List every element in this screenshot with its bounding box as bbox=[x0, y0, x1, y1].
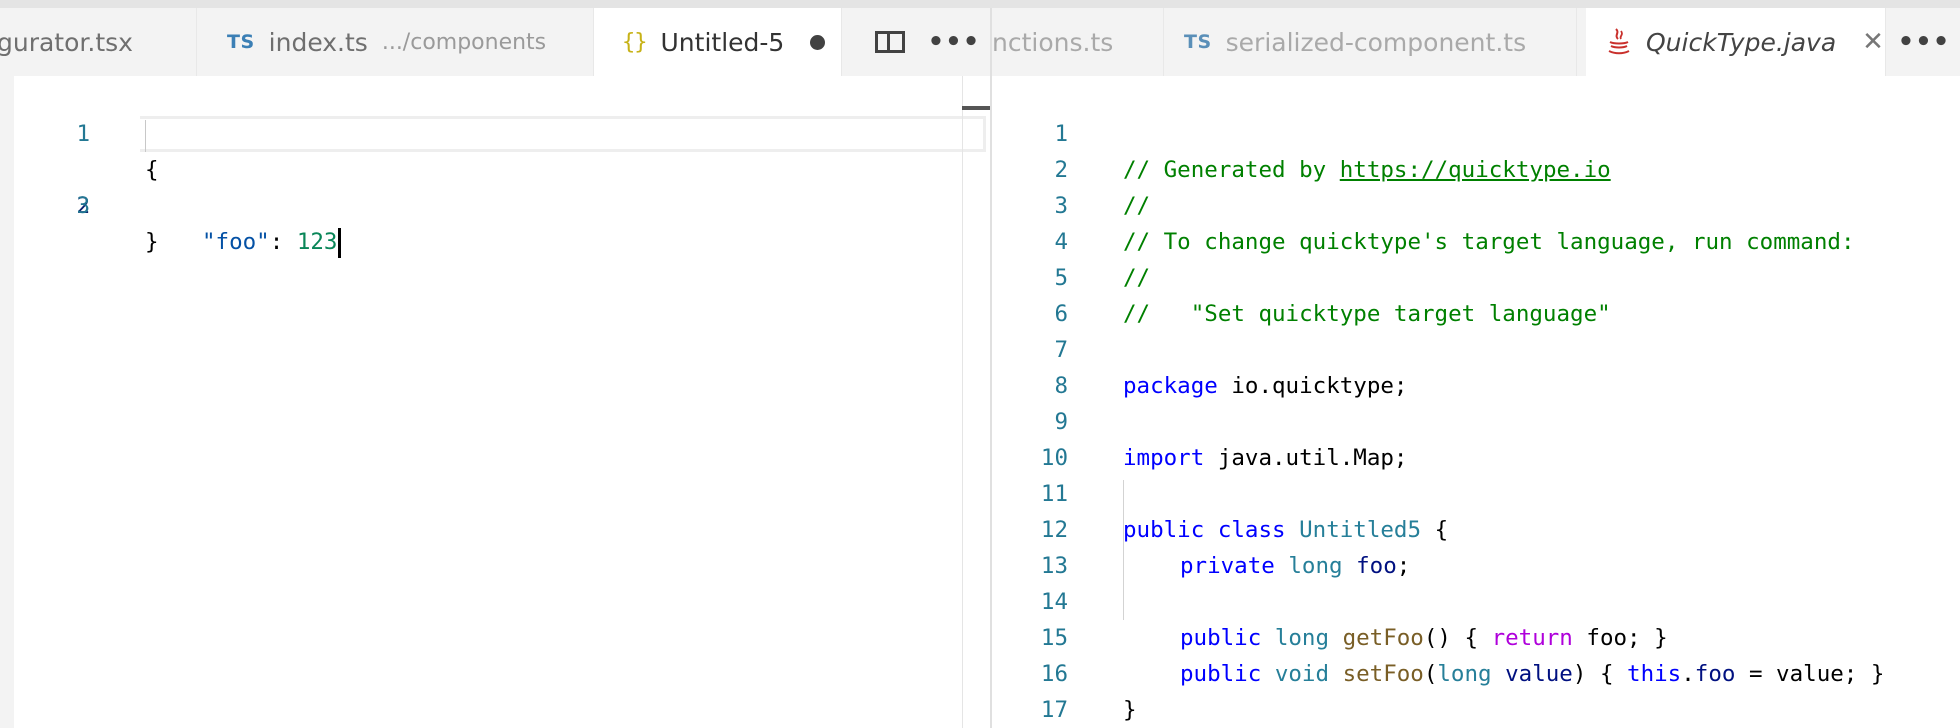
editor-group-left: gurator.tsx TS index.ts .../components {… bbox=[0, 8, 990, 728]
tab-untitled-5[interactable]: {} Untitled-5 bbox=[594, 8, 842, 76]
code-line: 8 bbox=[992, 332, 1960, 399]
code-line: 7 package io.quicktype; bbox=[992, 296, 1960, 399]
code-line-current: 2 "foo": 123 bbox=[14, 116, 990, 258]
overview-ruler-marker bbox=[962, 106, 990, 110]
tab-bar-left: gurator.tsx TS index.ts .../components {… bbox=[0, 8, 990, 76]
editor-group-right: nctions.ts TS serialized-component.ts Qu… bbox=[992, 8, 1960, 728]
code-line: 11 public class Untitled5 { bbox=[992, 440, 1960, 543]
current-line-highlight bbox=[140, 116, 986, 152]
json-value: 123 bbox=[296, 229, 338, 255]
tab-functions-ts[interactable]: nctions.ts bbox=[992, 8, 1164, 76]
code-line: 3 // To change quicktype's target langua… bbox=[992, 152, 1960, 255]
code-line: 2 // bbox=[992, 116, 1960, 219]
code-editor-right[interactable]: 1 // Generated by https://quicktype.io 2… bbox=[992, 76, 1960, 728]
code-line: 15 public void setFoo(long value) { this… bbox=[992, 584, 1960, 687]
unsaved-dot-icon[interactable] bbox=[810, 34, 826, 50]
code-line: 6 bbox=[992, 260, 1960, 327]
text-cursor bbox=[338, 227, 342, 258]
close-icon[interactable]: ✕ bbox=[1862, 27, 1884, 57]
more-actions-button[interactable]: ••• bbox=[1894, 8, 1954, 76]
java-icon bbox=[1608, 28, 1630, 55]
indent-guide bbox=[145, 120, 146, 152]
more-icon: ••• bbox=[1897, 27, 1951, 57]
code-line: 3 } bbox=[14, 152, 990, 255]
code-editor-left[interactable]: 1 { 2 "foo": 123 3 } bbox=[14, 76, 990, 728]
json-colon: : bbox=[269, 229, 297, 255]
code-line: 4 // bbox=[992, 188, 1960, 291]
tab-label: Untitled-5 bbox=[660, 27, 785, 57]
code-line: 9 import java.util.Map; bbox=[992, 368, 1960, 471]
tab-label: QuickType.java bbox=[1646, 27, 1837, 57]
tab-label: serialized-component.ts bbox=[1225, 27, 1527, 57]
split-editor-button[interactable] bbox=[860, 8, 920, 76]
code-line: 14 public long getFoo() { return foo; } bbox=[992, 548, 1960, 651]
code-line: 17 bbox=[992, 656, 1960, 723]
code-line: 1 { bbox=[14, 80, 990, 183]
more-icon: ••• bbox=[927, 27, 981, 57]
editor-left-edge bbox=[0, 76, 14, 728]
more-actions-button[interactable]: ••• bbox=[924, 8, 984, 76]
code-line: 1 // Generated by https://quicktype.io bbox=[992, 80, 1960, 183]
vertical-scrollbar-track[interactable] bbox=[962, 76, 963, 728]
json-key: "foo" bbox=[202, 229, 270, 255]
tab-configurator-tsx[interactable]: gurator.tsx bbox=[0, 8, 197, 76]
code-line: 10 bbox=[992, 404, 1960, 471]
typescript-icon: TS bbox=[227, 31, 255, 53]
line-number: 17 bbox=[1040, 697, 1068, 723]
indent-guide bbox=[1123, 480, 1124, 620]
tab-description: .../components bbox=[381, 29, 547, 55]
tab-bar-right: nctions.ts TS serialized-component.ts Qu… bbox=[992, 8, 1960, 76]
typescript-icon: TS bbox=[1184, 31, 1212, 53]
tab-label: index.ts bbox=[268, 27, 368, 57]
code-text: "foo": 123 bbox=[202, 224, 342, 260]
split-editor-icon bbox=[875, 31, 905, 53]
tab-label: gurator.tsx bbox=[0, 27, 133, 57]
tab-label: nctions.ts bbox=[992, 27, 1114, 57]
code-line: 13 bbox=[992, 512, 1960, 579]
json-icon: {} bbox=[622, 29, 647, 55]
code-line: 16 } bbox=[992, 620, 1960, 723]
code-text: } bbox=[1123, 697, 1137, 723]
tab-serialized-component-ts[interactable]: TS serialized-component.ts bbox=[1164, 8, 1577, 76]
tab-quicktype-java[interactable]: QuickType.java ✕ bbox=[1586, 8, 1886, 76]
code-line: 5 // "Set quicktype target language" bbox=[992, 224, 1960, 327]
code-text: } bbox=[145, 229, 159, 255]
window-top-strip bbox=[0, 0, 1960, 8]
line-number: 3 bbox=[76, 193, 90, 219]
code-line: 12 private long foo; bbox=[992, 476, 1960, 579]
tab-index-ts[interactable]: TS index.ts .../components bbox=[197, 8, 594, 76]
